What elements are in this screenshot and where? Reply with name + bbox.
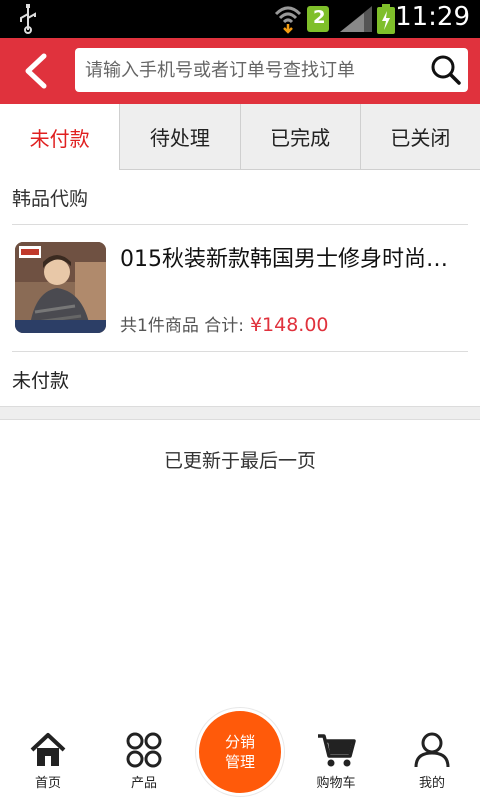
search-input[interactable]	[85, 48, 415, 92]
nav-mine-label: 我的	[418, 776, 445, 791]
sim-badge-icon: 2	[307, 6, 329, 36]
section-divider	[0, 406, 480, 420]
back-button[interactable]	[14, 48, 60, 94]
center-button-line2: 管理	[224, 753, 255, 771]
nav-products[interactable]: 产品	[96, 732, 192, 791]
nav-home-label: 首页	[34, 776, 61, 791]
products-grid-icon	[126, 732, 162, 768]
search-icon[interactable]	[430, 54, 462, 86]
usb-icon	[16, 4, 40, 38]
shopping-cart-icon	[318, 734, 356, 767]
wifi-icon	[274, 4, 302, 38]
center-button-line1: 分销	[224, 733, 255, 751]
product-thumbnail	[15, 242, 106, 333]
chevron-left-icon	[25, 53, 47, 89]
signal-icon	[340, 6, 372, 36]
status-bar: 2 11:29	[0, 0, 480, 38]
tab-pending[interactable]: 待处理	[119, 104, 240, 170]
nav-cart[interactable]: 购物车	[288, 732, 384, 791]
tab-unpaid[interactable]: 未付款	[0, 104, 120, 170]
tab-completed[interactable]: 已完成	[239, 104, 360, 170]
user-icon	[414, 732, 450, 768]
clock: 11:29	[395, 2, 470, 32]
list-end-message: 已更新于最后一页	[163, 450, 316, 472]
nav-mine[interactable]: 我的	[384, 732, 480, 791]
order-total-price: ¥148.00	[249, 314, 329, 336]
app-header	[0, 38, 480, 104]
battery-charging-icon	[376, 4, 396, 38]
nav-products-label: 产品	[130, 776, 157, 791]
bottom-navigation: 首页 产品 分销 管理 购物车 我的	[0, 708, 480, 800]
order-product-item[interactable]: 015秋装新款韩国男士修身时尚… 共1件商品 合计: ¥148.00	[12, 225, 468, 352]
product-title: 015秋装新款韩国男士修身时尚…	[120, 247, 448, 272]
nav-cart-label: 购物车	[316, 776, 356, 791]
store-name[interactable]: 韩品代购	[12, 170, 468, 225]
search-box	[75, 48, 468, 92]
tab-closed[interactable]: 已关闭	[359, 104, 480, 170]
order-status-label: 未付款	[12, 369, 70, 392]
order-summary: 共1件商品 合计: ¥148.00	[120, 311, 329, 336]
home-icon	[30, 733, 66, 766]
distribution-management-button[interactable]: 分销 管理	[196, 708, 284, 796]
item-count-label: 共1件商品 合计:	[120, 316, 244, 336]
nav-home[interactable]: 首页	[0, 732, 96, 791]
order-status-tabs: 未付款 待处理 已完成 已关闭	[0, 104, 480, 170]
